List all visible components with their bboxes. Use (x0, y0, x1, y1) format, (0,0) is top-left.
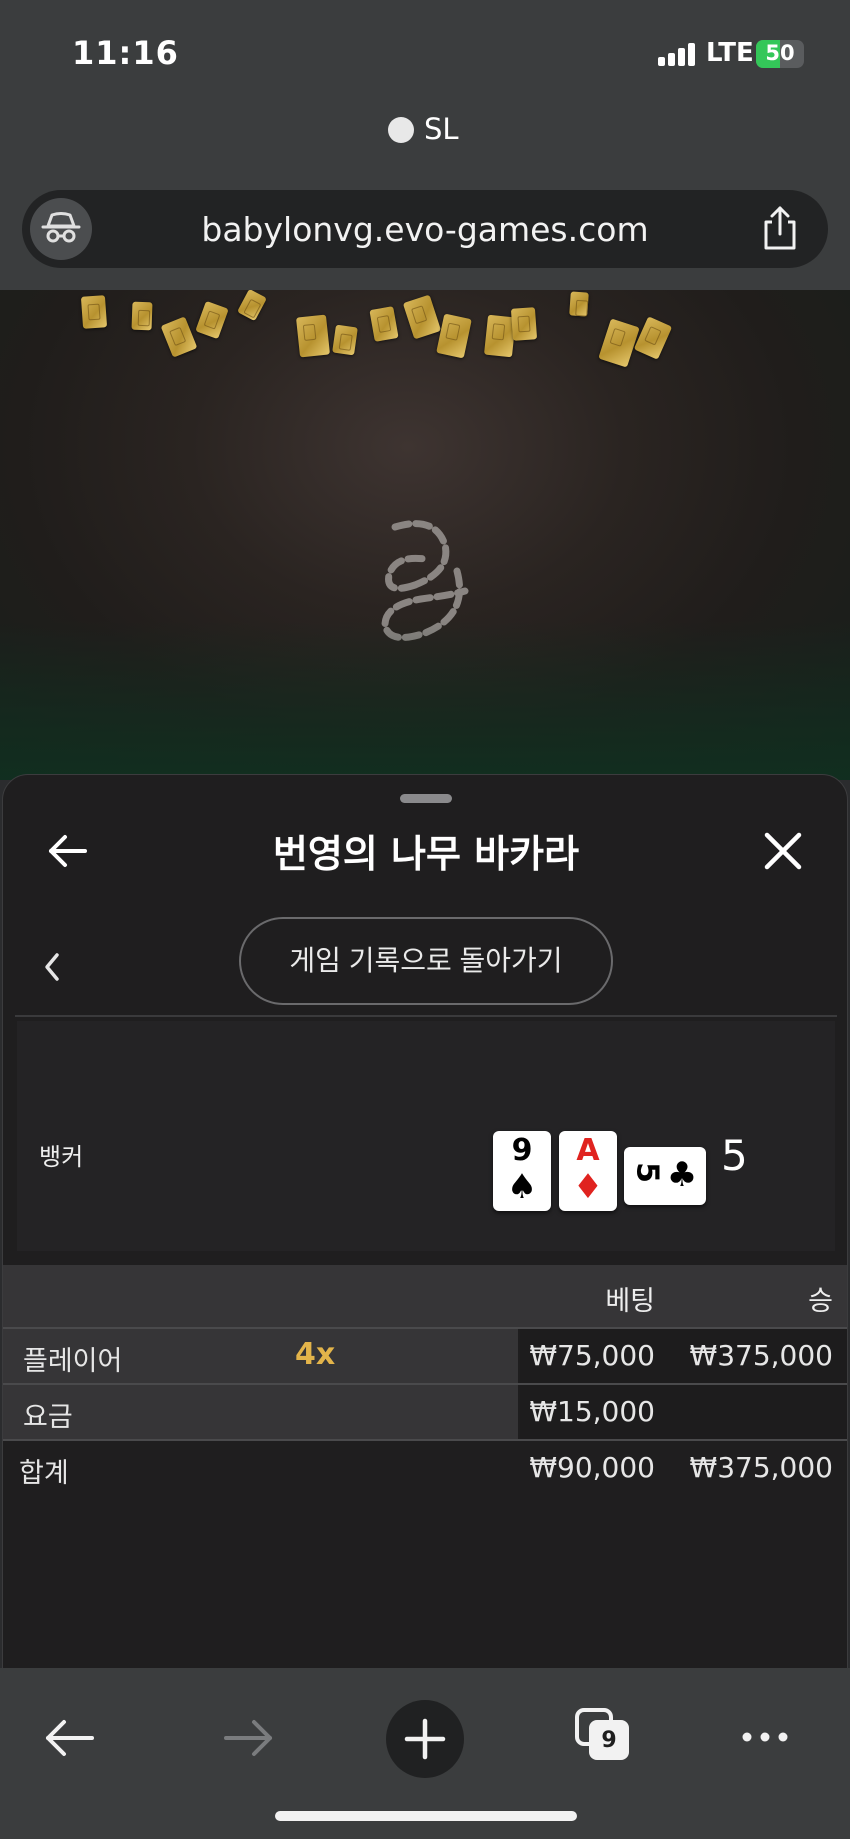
gold-card-decoration (569, 291, 589, 317)
cellular-signal-icon (658, 42, 698, 66)
recording-label: SL (424, 112, 459, 146)
banker-result-panel: 뱅커 9 ♠ A ♦ 5 ♣ 5 (17, 1021, 835, 1251)
bet-amount: ₩15,000 (529, 1395, 655, 1428)
gold-card-decoration (332, 324, 358, 356)
bet-label: 플레이어 (23, 1346, 123, 1377)
table-header: 베팅 승 (3, 1265, 847, 1327)
total-label: 합계 (19, 1458, 69, 1489)
bet-amount: ₩75,000 (529, 1339, 655, 1372)
banker-label: 뱅커 (39, 1143, 84, 1171)
gold-card-decoration (195, 300, 229, 340)
sheet-title: 번영의 나무 바카라 (272, 832, 580, 876)
address-bar[interactable]: babylonvg.evo-games.com (22, 190, 828, 268)
game-background (0, 290, 850, 780)
bet-label: 요금 (23, 1402, 73, 1433)
divider (15, 1015, 837, 1017)
browser-top-bar: SL babylonvg.evo-games.com (0, 100, 850, 290)
card-rank: A (576, 1133, 600, 1168)
column-header-bet: 베팅 (605, 1286, 655, 1317)
playing-card: 5 ♣ (624, 1147, 706, 1205)
column-header-win: 승 (808, 1286, 833, 1317)
gold-card-decoration (80, 295, 108, 329)
gold-card-decoration (598, 318, 640, 368)
back-to-history-button[interactable]: 게임 기록으로 돌아가기 (239, 917, 613, 1005)
battery-percent: 50 (765, 41, 795, 65)
gold-card-decoration (436, 313, 472, 359)
more-icon[interactable] (740, 1722, 790, 1752)
card-rank: 5 (629, 1162, 665, 1183)
share-icon[interactable] (758, 204, 802, 252)
diamond-icon: ♦ (572, 1167, 604, 1207)
playing-card: A ♦ (559, 1131, 617, 1211)
recording-dot-icon (388, 117, 414, 143)
loading-logo-icon (381, 520, 469, 641)
browser-toolbar: 9 (0, 1668, 850, 1839)
bet-details-sheet: 번영의 나무 바카라 게임 기록으로 돌아가기 뱅커 9 ♠ A ♦ 5 ♣ 5… (2, 774, 848, 1669)
url-text[interactable]: babylonvg.evo-games.com (22, 210, 828, 249)
home-indicator[interactable] (275, 1811, 577, 1821)
card-rank: 9 (511, 1133, 533, 1168)
spade-icon: ♠ (506, 1167, 538, 1207)
new-tab-icon[interactable] (386, 1700, 464, 1778)
close-icon[interactable] (759, 827, 807, 875)
win-amount: ₩375,000 (689, 1339, 833, 1372)
clock: 11:16 (72, 34, 179, 72)
gold-card-decoration (510, 307, 538, 341)
gold-card-decoration (131, 301, 153, 331)
chevron-left-icon[interactable] (39, 947, 63, 987)
multiplier-badge: 4x (295, 1337, 336, 1372)
gold-card-decoration (295, 314, 331, 358)
total-row: 합계 ₩90,000 ₩375,000 (3, 1441, 847, 1495)
tabs-icon[interactable]: 9 (573, 1706, 631, 1764)
battery-icon: 50 (756, 40, 804, 68)
banker-score: 5 (721, 1131, 748, 1180)
gold-card-decoration (237, 290, 267, 322)
forward-icon[interactable] (222, 1718, 274, 1758)
sheet-grabber[interactable] (400, 794, 452, 803)
total-win-amount: ₩375,000 (689, 1451, 833, 1484)
playing-card: 9 ♠ (493, 1131, 551, 1211)
table-row: 플레이어 4x ₩75,000 ₩375,000 (3, 1329, 847, 1383)
club-icon: ♣ (666, 1155, 698, 1195)
network-type: LTE (706, 38, 754, 68)
gold-card-decoration (633, 316, 673, 360)
gold-card-decoration (160, 316, 198, 358)
tab-count: 9 (589, 1720, 629, 1760)
total-bet-amount: ₩90,000 (529, 1451, 655, 1484)
gold-card-decoration (402, 294, 442, 340)
status-bar: 11:16 LTE 50 (0, 0, 850, 100)
back-icon[interactable] (44, 1718, 96, 1758)
table-row: 요금 ₩15,000 (3, 1385, 847, 1439)
gold-card-decoration (369, 306, 399, 342)
